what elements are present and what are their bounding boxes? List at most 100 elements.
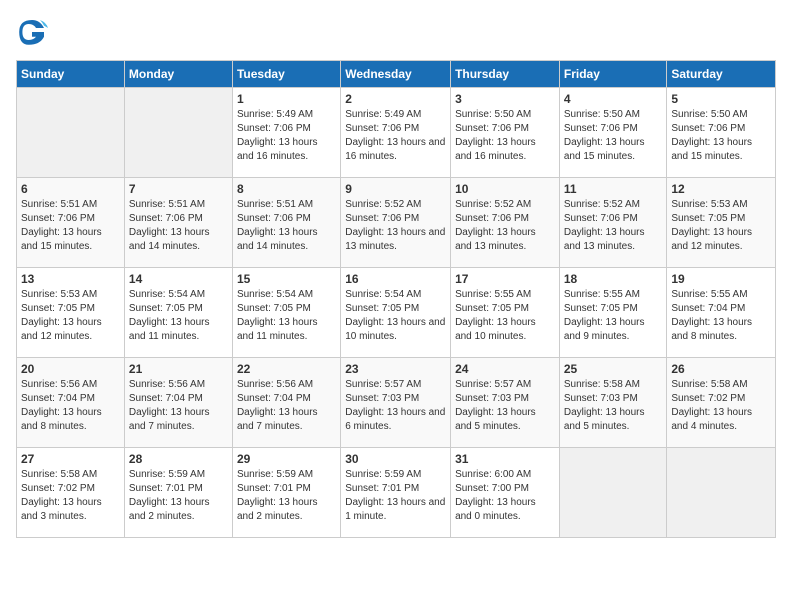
day-info: Sunrise: 5:55 AM Sunset: 7:05 PM Dayligh… [455, 288, 555, 344]
page-header [16, 16, 776, 48]
day-info: Sunrise: 5:59 AM Sunset: 7:01 PM Dayligh… [129, 468, 228, 524]
day-cell: 4 Sunrise: 5:50 AM Sunset: 7:06 PM Daylig… [559, 88, 667, 178]
day-info: Sunrise: 5:55 AM Sunset: 7:04 PM Dayligh… [671, 288, 771, 344]
day-number: 27 [21, 452, 120, 466]
day-info: Sunrise: 5:54 AM Sunset: 7:05 PM Dayligh… [129, 288, 228, 344]
day-number: 23 [345, 362, 446, 376]
week-row-4: 20 Sunrise: 5:56 AM Sunset: 7:04 PM Dayli… [17, 358, 776, 448]
day-cell: 18Sunrise: 5:55 AM Sunset: 7:05 PM Dayli… [559, 268, 667, 358]
day-info: Sunrise: 5:57 AM Sunset: 7:03 PM Dayligh… [455, 378, 555, 434]
day-cell: 10Sunrise: 5:52 AM Sunset: 7:06 PM Dayli… [451, 178, 560, 268]
day-cell: 9 Sunrise: 5:52 AM Sunset: 7:06 PM Daylig… [341, 178, 451, 268]
day-info: Sunrise: 5:57 AM Sunset: 7:03 PM Dayligh… [345, 378, 446, 434]
column-header-tuesday: Tuesday [232, 61, 340, 88]
day-number: 9 [345, 182, 446, 196]
day-cell: 11 Sunrise: 5:52 AM Sunset: 7:06 PM Dayli… [559, 178, 667, 268]
column-header-thursday: Thursday [451, 61, 560, 88]
day-number: 3 [455, 92, 555, 106]
day-cell: 25 Sunrise: 5:58 AM Sunset: 7:03 PM Dayli… [559, 358, 667, 448]
day-info: Sunrise: 5:53 AM Sunset: 7:05 PM Dayligh… [21, 288, 120, 344]
day-number: 6 [21, 182, 120, 196]
day-number: 5 [671, 92, 771, 106]
day-number: 22 [237, 362, 336, 376]
day-info: Sunrise: 5:59 AM Sunset: 7:01 PM Dayligh… [237, 468, 336, 524]
day-number: 26 [671, 362, 771, 376]
day-cell: 15 Sunrise: 5:54 AM Sunset: 7:05 PM Dayli… [232, 268, 340, 358]
day-cell: 31 Sunrise: 6:00 AM Sunset: 7:00 PM Dayli… [451, 448, 560, 538]
day-cell: 8 Sunrise: 5:51 AM Sunset: 7:06 PM Daylig… [232, 178, 340, 268]
column-header-sunday: Sunday [17, 61, 125, 88]
day-cell [667, 448, 776, 538]
day-info: Sunrise: 5:53 AM Sunset: 7:05 PM Dayligh… [671, 198, 771, 254]
day-cell: 28 Sunrise: 5:59 AM Sunset: 7:01 PM Dayli… [124, 448, 232, 538]
day-info: Sunrise: 5:54 AM Sunset: 7:05 PM Dayligh… [345, 288, 446, 344]
day-cell [124, 88, 232, 178]
column-header-monday: Monday [124, 61, 232, 88]
day-number: 7 [129, 182, 228, 196]
day-cell [17, 88, 125, 178]
day-number: 13 [21, 272, 120, 286]
day-cell: 3 Sunrise: 5:50 AM Sunset: 7:06 PM Daylig… [451, 88, 560, 178]
day-info: Sunrise: 5:52 AM Sunset: 7:06 PM Dayligh… [455, 198, 555, 254]
day-number: 28 [129, 452, 228, 466]
day-info: Sunrise: 5:52 AM Sunset: 7:06 PM Dayligh… [564, 198, 663, 254]
day-number: 14 [129, 272, 228, 286]
day-number: 31 [455, 452, 555, 466]
day-info: Sunrise: 5:50 AM Sunset: 7:06 PM Dayligh… [671, 108, 771, 164]
week-row-2: 6 Sunrise: 5:51 AM Sunset: 7:06 PM Daylig… [17, 178, 776, 268]
day-number: 4 [564, 92, 663, 106]
day-cell: 30 Sunrise: 5:59 AM Sunset: 7:01 PM Dayli… [341, 448, 451, 538]
column-header-wednesday: Wednesday [341, 61, 451, 88]
day-info: Sunrise: 5:49 AM Sunset: 7:06 PM Dayligh… [237, 108, 336, 164]
day-number: 21 [129, 362, 228, 376]
day-cell: 26 Sunrise: 5:58 AM Sunset: 7:02 PM Dayli… [667, 358, 776, 448]
day-number: 20 [21, 362, 120, 376]
day-number: 11 [564, 182, 663, 196]
day-info: Sunrise: 5:59 AM Sunset: 7:01 PM Dayligh… [345, 468, 446, 524]
day-info: Sunrise: 5:58 AM Sunset: 7:02 PM Dayligh… [671, 378, 771, 434]
day-cell: 20 Sunrise: 5:56 AM Sunset: 7:04 PM Dayli… [17, 358, 125, 448]
day-number: 24 [455, 362, 555, 376]
day-cell: 21 Sunrise: 5:56 AM Sunset: 7:04 PM Dayli… [124, 358, 232, 448]
day-cell: 13 Sunrise: 5:53 AM Sunset: 7:05 PM Dayli… [17, 268, 125, 358]
day-number: 30 [345, 452, 446, 466]
day-number: 2 [345, 92, 446, 106]
day-info: Sunrise: 5:52 AM Sunset: 7:06 PM Dayligh… [345, 198, 446, 254]
day-info: Sunrise: 5:50 AM Sunset: 7:06 PM Dayligh… [455, 108, 555, 164]
day-info: Sunrise: 5:54 AM Sunset: 7:05 PM Dayligh… [237, 288, 336, 344]
day-info: Sunrise: 5:58 AM Sunset: 7:02 PM Dayligh… [21, 468, 120, 524]
day-number: 8 [237, 182, 336, 196]
day-number: 25 [564, 362, 663, 376]
day-cell: 12Sunrise: 5:53 AM Sunset: 7:05 PM Dayli… [667, 178, 776, 268]
logo [16, 16, 52, 48]
day-cell: 2Sunrise: 5:49 AM Sunset: 7:06 PM Daylig… [341, 88, 451, 178]
day-cell: 6Sunrise: 5:51 AM Sunset: 7:06 PM Daylig… [17, 178, 125, 268]
day-cell: 16 Sunrise: 5:54 AM Sunset: 7:05 PM Dayli… [341, 268, 451, 358]
day-cell: 23 Sunrise: 5:57 AM Sunset: 7:03 PM Dayli… [341, 358, 451, 448]
day-info: Sunrise: 6:00 AM Sunset: 7:00 PM Dayligh… [455, 468, 555, 524]
day-cell: 27 Sunrise: 5:58 AM Sunset: 7:02 PM Dayli… [17, 448, 125, 538]
day-cell: 29 Sunrise: 5:59 AM Sunset: 7:01 PM Dayli… [232, 448, 340, 538]
day-cell: 14 Sunrise: 5:54 AM Sunset: 7:05 PM Dayli… [124, 268, 232, 358]
day-info: Sunrise: 5:56 AM Sunset: 7:04 PM Dayligh… [21, 378, 120, 434]
day-info: Sunrise: 5:50 AM Sunset: 7:06 PM Dayligh… [564, 108, 663, 164]
day-number: 16 [345, 272, 446, 286]
day-cell: 24 Sunrise: 5:57 AM Sunset: 7:03 PM Dayli… [451, 358, 560, 448]
day-cell: 1Sunrise: 5:49 AM Sunset: 7:06 PM Daylig… [232, 88, 340, 178]
column-header-saturday: Saturday [667, 61, 776, 88]
day-info: Sunrise: 5:55 AM Sunset: 7:05 PM Dayligh… [564, 288, 663, 344]
day-info: Sunrise: 5:51 AM Sunset: 7:06 PM Dayligh… [129, 198, 228, 254]
logo-icon [16, 16, 48, 48]
column-header-friday: Friday [559, 61, 667, 88]
day-cell: 17Sunrise: 5:55 AM Sunset: 7:05 PM Dayli… [451, 268, 560, 358]
day-info: Sunrise: 5:51 AM Sunset: 7:06 PM Dayligh… [237, 198, 336, 254]
day-number: 19 [671, 272, 771, 286]
week-row-5: 27 Sunrise: 5:58 AM Sunset: 7:02 PM Dayli… [17, 448, 776, 538]
day-cell: 7 Sunrise: 5:51 AM Sunset: 7:06 PM Daylig… [124, 178, 232, 268]
day-cell: 22Sunrise: 5:56 AM Sunset: 7:04 PM Dayli… [232, 358, 340, 448]
day-number: 29 [237, 452, 336, 466]
day-info: Sunrise: 5:56 AM Sunset: 7:04 PM Dayligh… [129, 378, 228, 434]
week-row-3: 13 Sunrise: 5:53 AM Sunset: 7:05 PM Dayli… [17, 268, 776, 358]
day-info: Sunrise: 5:58 AM Sunset: 7:03 PM Dayligh… [564, 378, 663, 434]
day-number: 15 [237, 272, 336, 286]
